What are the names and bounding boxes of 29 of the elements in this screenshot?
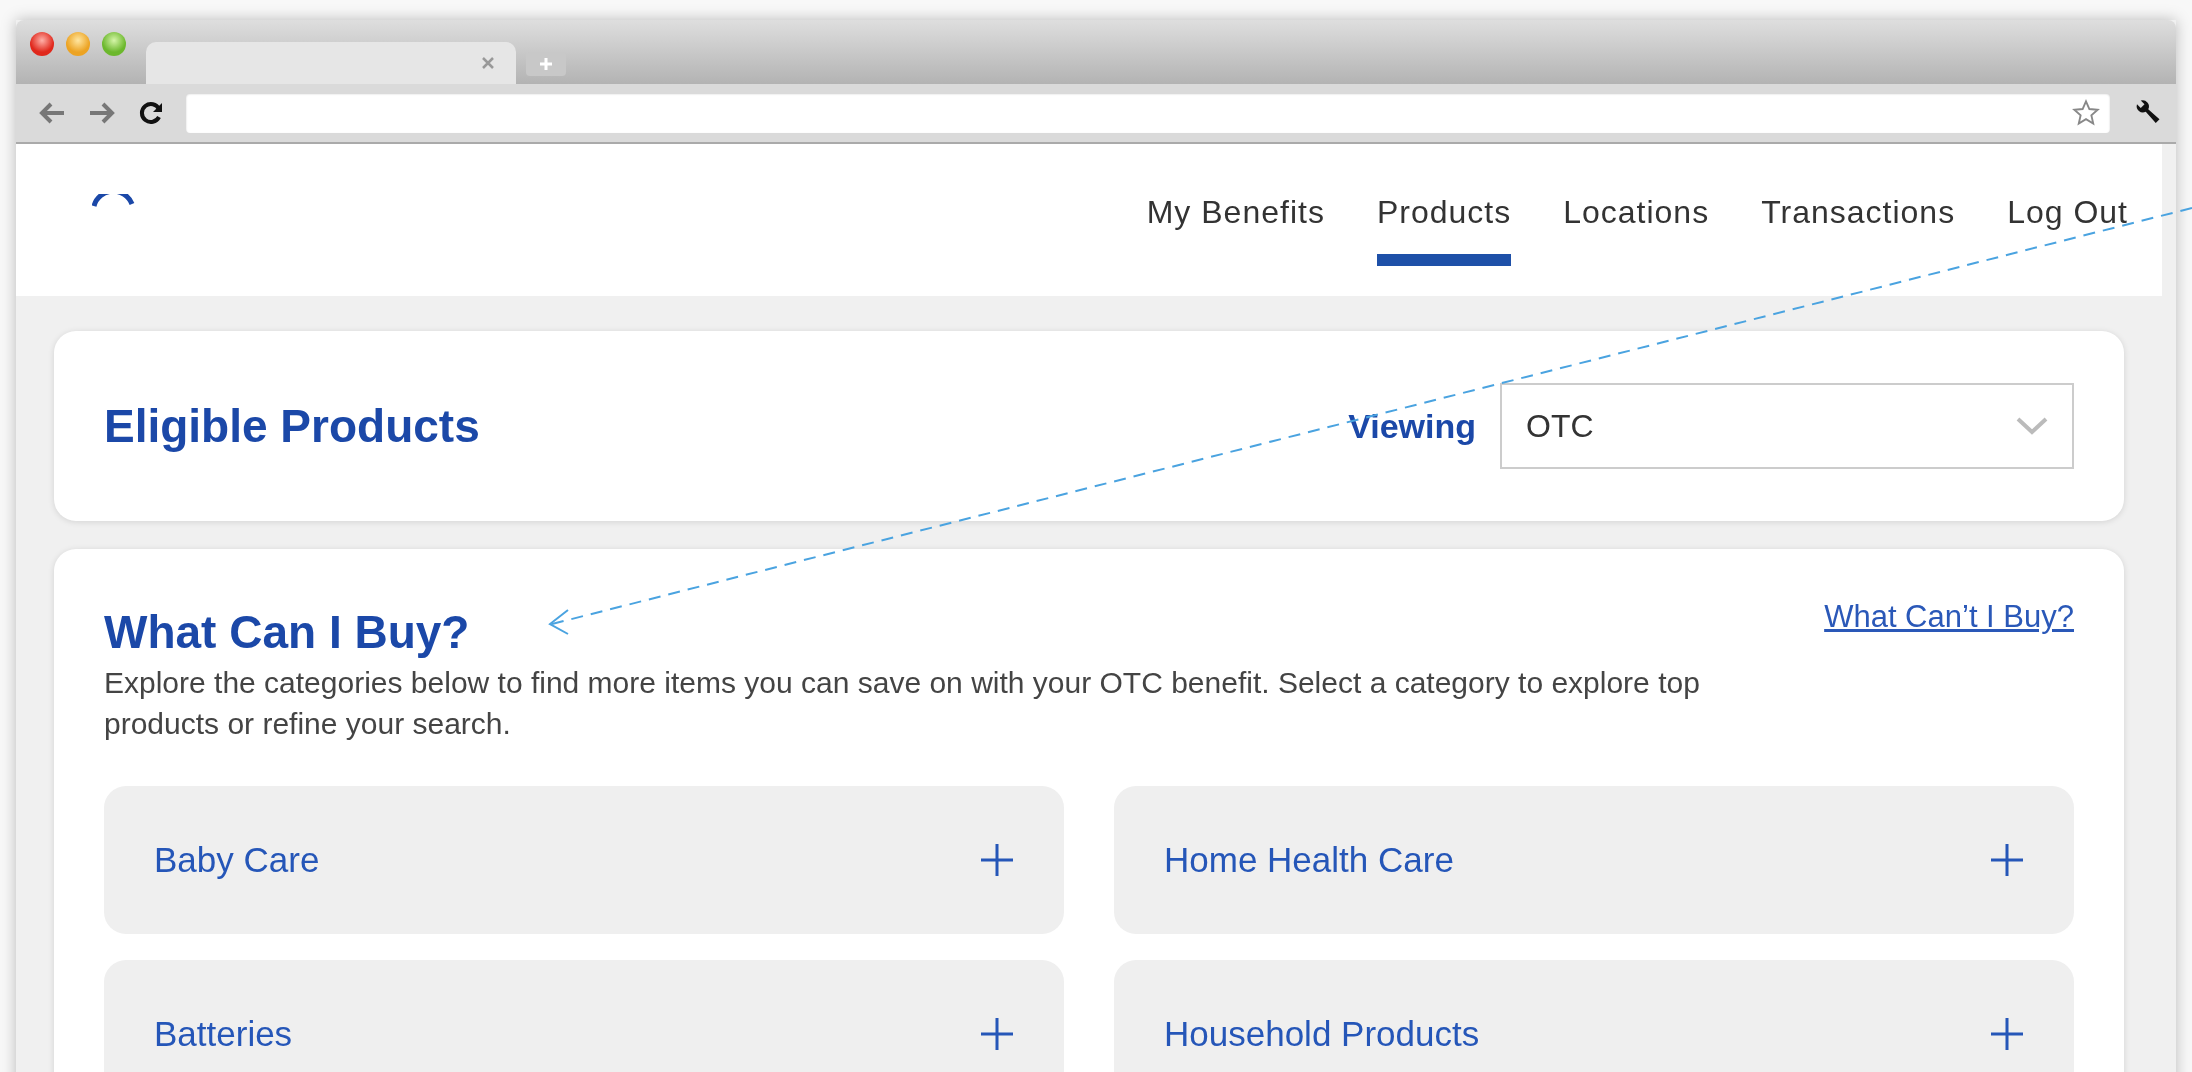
back-icon[interactable] (38, 101, 66, 125)
nav-link[interactable]: Products (1376, 188, 1512, 266)
chevron-down-icon (2016, 417, 2048, 435)
forward-icon[interactable] (88, 101, 116, 125)
page-title: Eligible Products (104, 399, 480, 453)
plus-icon (538, 56, 554, 72)
nav-link[interactable]: My Benefits (1146, 188, 1325, 266)
category-item[interactable]: Baby Care (104, 786, 1064, 934)
plus-icon (980, 843, 1014, 877)
section-description: Explore the categories below to find more items you can save on with your OTC benefit. Select a category to explore top products or refine your search. (104, 665, 1701, 742)
close-icon[interactable] (480, 55, 496, 71)
maximize-window-icon[interactable] (102, 32, 126, 56)
viewing-label: Viewing (1348, 406, 1476, 446)
arc-icon (92, 194, 136, 208)
viewing-dropdown[interactable]: OTC (1500, 383, 2074, 469)
plus-icon (980, 1017, 1014, 1051)
section-title: What Can I Buy? (104, 605, 470, 659)
star-icon[interactable] (2072, 99, 2100, 127)
category-item[interactable]: Home Health Care (1114, 786, 2074, 934)
plus-icon (1990, 1017, 2024, 1051)
close-window-icon[interactable] (30, 32, 54, 56)
plus-icon (1990, 843, 2024, 877)
category-item[interactable]: Batteries (104, 960, 1064, 1072)
reload-icon[interactable] (138, 100, 164, 126)
what-cant-i-buy-link[interactable]: What Can’t I Buy? (1824, 599, 2074, 635)
nav-link[interactable]: Log Out (2007, 188, 2128, 266)
nav-link[interactable]: Transactions (1761, 188, 1956, 266)
nav-link[interactable]: Locations (1563, 188, 1710, 266)
category-item[interactable]: Household Products (1114, 960, 2074, 1072)
